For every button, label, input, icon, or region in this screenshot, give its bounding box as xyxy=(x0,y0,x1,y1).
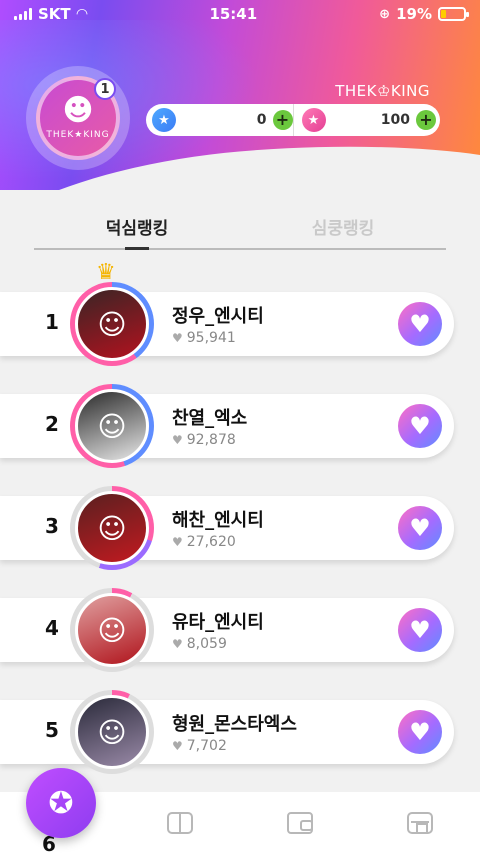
avatar-progress-ring: ☺ xyxy=(70,486,154,570)
star-icon: ★ xyxy=(152,108,176,132)
ranking-row[interactable]: 1 ♛ ☺ 정우_엔시티 ♥ 95,941 ♥ xyxy=(0,260,454,366)
tab-deoksim-ranking[interactable]: 덕심랭킹 xyxy=(34,210,240,250)
avatar-progress-ring: ☺ xyxy=(70,588,154,672)
avatar-progress-ring: ☺ xyxy=(70,384,154,468)
avatar: ☺ xyxy=(75,389,149,463)
rank-number: 5 xyxy=(45,718,59,742)
rank-number: 1 xyxy=(45,310,59,334)
rotation-lock-icon: ⊕ xyxy=(379,6,391,22)
store-icon xyxy=(407,812,433,834)
carrier-label: SKT xyxy=(38,5,71,23)
vote-heart-button[interactable]: ♥ xyxy=(398,404,442,448)
heart-small-icon: ♥ xyxy=(172,739,183,753)
battery-percent: 19% xyxy=(396,5,432,23)
nav-item-store[interactable] xyxy=(360,792,480,854)
idol-name: 정우_엔시티 xyxy=(172,306,264,327)
heart-count: 100 xyxy=(380,112,410,128)
like-count: ♥ 92,878 xyxy=(172,432,236,448)
like-count: ♥ 7,702 xyxy=(172,738,227,754)
like-count: ♥ 95,941 xyxy=(172,330,236,346)
star-count: 0 xyxy=(256,112,267,128)
rank-number: 3 xyxy=(45,514,59,538)
profile-logo-text: THEK★KING xyxy=(46,130,110,140)
vote-heart-button[interactable]: ♥ xyxy=(398,302,442,346)
heart-small-icon: ♥ xyxy=(172,331,183,345)
ranking-row[interactable]: 2 ☺ 찬열_엑소 ♥ 92,878 ♥ xyxy=(0,384,454,468)
clock: 15:41 xyxy=(209,5,258,23)
tab-simkung-ranking[interactable]: 심쿵랭킹 xyxy=(240,210,446,248)
currency-bar: ★ 0 + ★ 100 + xyxy=(146,104,440,136)
nav-item-switch[interactable] xyxy=(120,792,240,854)
vote-heart-button[interactable]: ♥ xyxy=(398,710,442,754)
status-bar: SKT ◠ 15:41 ⊕ 19% xyxy=(0,0,480,28)
add-hearts-button[interactable]: + xyxy=(416,110,436,130)
ranking-row[interactable]: 5 ☺ 형원_몬스타엑스 ♥ 7,702 ♥ xyxy=(0,690,454,774)
add-stars-button[interactable]: + xyxy=(272,110,293,130)
switch-icon xyxy=(167,812,193,834)
star-currency: ★ 0 + xyxy=(150,104,293,136)
idol-name: 찬열_엑소 xyxy=(172,408,248,429)
idol-name: 유타_엔시티 xyxy=(172,612,264,633)
level-badge: 1 xyxy=(94,78,116,100)
heart-currency: ★ 100 + xyxy=(292,104,436,136)
avatar-progress-ring: ☺ xyxy=(70,282,154,366)
battery-icon xyxy=(437,7,469,21)
heart-small-icon: ♥ xyxy=(172,637,183,651)
vote-heart-button[interactable]: ♥ xyxy=(398,506,442,550)
ranking-row[interactable]: 3 ☺ 해찬_엔시티 ♥ 27,620 ♥ xyxy=(0,486,454,570)
brand-logo: THEK♔KING xyxy=(335,82,430,100)
avatar: ☺ xyxy=(75,695,149,769)
like-count: ♥ 27,620 xyxy=(172,534,236,550)
pink-star-icon: ★ xyxy=(301,108,326,132)
avatar: ☺ xyxy=(75,593,149,667)
avatar: ☺ xyxy=(75,287,149,361)
idol-name: 형원_몬스타엑스 xyxy=(172,714,297,735)
award-medal-icon: ✪ xyxy=(48,785,74,821)
ranking-row[interactable]: 4 ☺ 유타_엔시티 ♥ 8,059 ♥ xyxy=(0,588,454,672)
app-logo-icon: ☻ xyxy=(62,93,94,128)
signal-icon xyxy=(14,8,32,20)
rank-number: 4 xyxy=(45,616,59,640)
rank-number: 2 xyxy=(45,412,59,436)
wifi-icon: ◠ xyxy=(76,6,88,22)
wallet-icon xyxy=(287,812,313,834)
avatar-progress-ring: ☺ xyxy=(70,690,154,774)
ranking-award-button[interactable]: ✪ xyxy=(26,768,96,838)
like-count: ♥ 8,059 xyxy=(172,636,227,652)
heart-small-icon: ♥ xyxy=(172,433,183,447)
ranking-tabs: 덕심랭킹 심쿵랭킹 xyxy=(34,210,446,250)
heart-small-icon: ♥ xyxy=(172,535,183,549)
profile-avatar[interactable]: ☻ THEK★KING xyxy=(26,66,130,170)
vote-heart-button[interactable]: ♥ xyxy=(398,608,442,652)
avatar: ☺ xyxy=(75,491,149,565)
idol-name: 해찬_엔시티 xyxy=(172,510,264,531)
nav-item-wallet[interactable] xyxy=(240,792,360,854)
